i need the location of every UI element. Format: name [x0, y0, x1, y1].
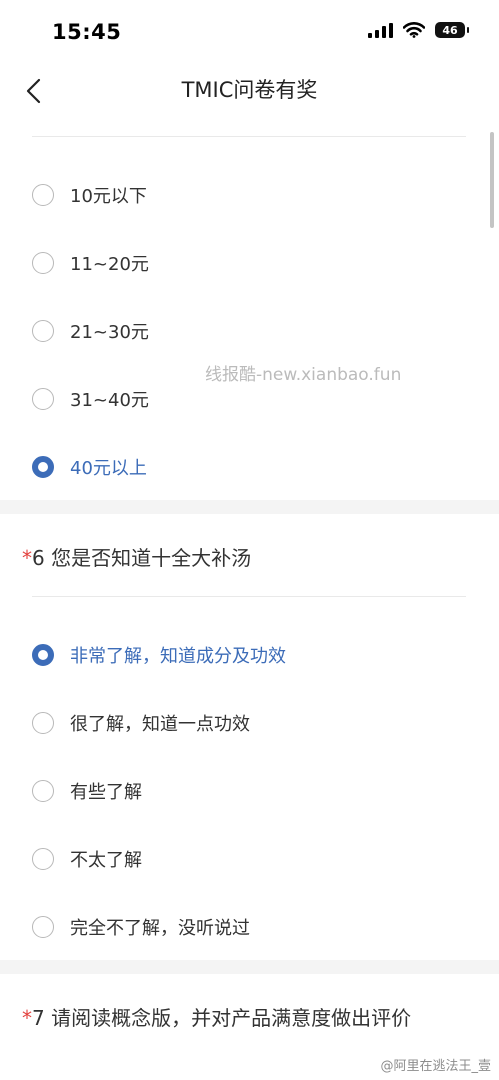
nav-bar: TMIC问卷有奖	[0, 66, 499, 130]
status-time: 15:45	[52, 20, 122, 44]
radio-checked[interactable]	[32, 456, 54, 478]
required-mark: *	[22, 1006, 32, 1030]
radio-unchecked[interactable]	[32, 184, 54, 206]
question-text: 7 请阅读概念版，并对产品满意度做出评价	[32, 1006, 412, 1030]
q5-option-4[interactable]: 31~40元	[32, 379, 462, 419]
question-6-card: *6 您是否知道十全大补汤 非常了解，知道成分及功效 很了解，知道一点功效 有些…	[0, 514, 499, 960]
option-label: 完全不了解，没听说过	[70, 918, 250, 939]
q5-option-3[interactable]: 21~30元	[32, 311, 462, 351]
status-icons: 46	[368, 22, 469, 38]
option-label: 31~40元	[70, 390, 149, 411]
q5-option-2[interactable]: 11~20元	[32, 243, 462, 283]
site-watermark: 线报酷-new.xianbao.fun	[205, 365, 402, 385]
q5-option-1[interactable]: 10元以下	[32, 175, 462, 215]
option-label: 11~20元	[70, 254, 149, 275]
divider	[32, 136, 466, 137]
status-bar: 15:45 46	[0, 0, 499, 66]
radio-unchecked[interactable]	[32, 712, 54, 734]
question-title: *7 请阅读概念版，并对产品满意度做出评价	[22, 1002, 411, 1031]
option-label: 很了解，知道一点功效	[70, 714, 250, 735]
option-label: 有些了解	[70, 782, 142, 803]
weibo-watermark: @阿里在逃法王_壹	[380, 1059, 491, 1074]
q6-option-4[interactable]: 不太了解	[32, 839, 462, 879]
option-label: 不太了解	[70, 850, 142, 871]
radio-unchecked[interactable]	[32, 252, 54, 274]
battery-icon: 46	[435, 22, 469, 38]
radio-unchecked[interactable]	[32, 388, 54, 410]
q6-option-5[interactable]: 完全不了解，没听说过	[32, 907, 462, 947]
signal-icon	[368, 22, 393, 38]
q6-option-2[interactable]: 很了解，知道一点功效	[32, 703, 462, 743]
radio-unchecked[interactable]	[32, 916, 54, 938]
option-label: 40元以上	[70, 458, 147, 479]
page-title: TMIC问卷有奖	[181, 78, 318, 102]
radio-unchecked[interactable]	[32, 848, 54, 870]
radio-unchecked[interactable]	[32, 780, 54, 802]
scrollbar[interactable]	[490, 132, 494, 228]
radio-unchecked[interactable]	[32, 320, 54, 342]
wifi-icon	[403, 22, 425, 38]
radio-checked[interactable]	[32, 644, 54, 666]
option-label: 21~30元	[70, 322, 149, 343]
q5-option-5[interactable]: 40元以上	[32, 447, 462, 487]
option-label: 非常了解，知道成分及功效	[70, 646, 286, 667]
required-mark: *	[22, 546, 32, 570]
question-text: 6 您是否知道十全大补汤	[32, 546, 252, 570]
q6-option-3[interactable]: 有些了解	[32, 771, 462, 811]
divider	[32, 596, 466, 597]
q6-option-1[interactable]: 非常了解，知道成分及功效	[32, 635, 462, 675]
question-title: *6 您是否知道十全大补汤	[22, 542, 251, 571]
question-5-card: 10元以下 11~20元 21~30元 31~40元 40元以上	[0, 130, 499, 500]
option-label: 10元以下	[70, 186, 147, 207]
